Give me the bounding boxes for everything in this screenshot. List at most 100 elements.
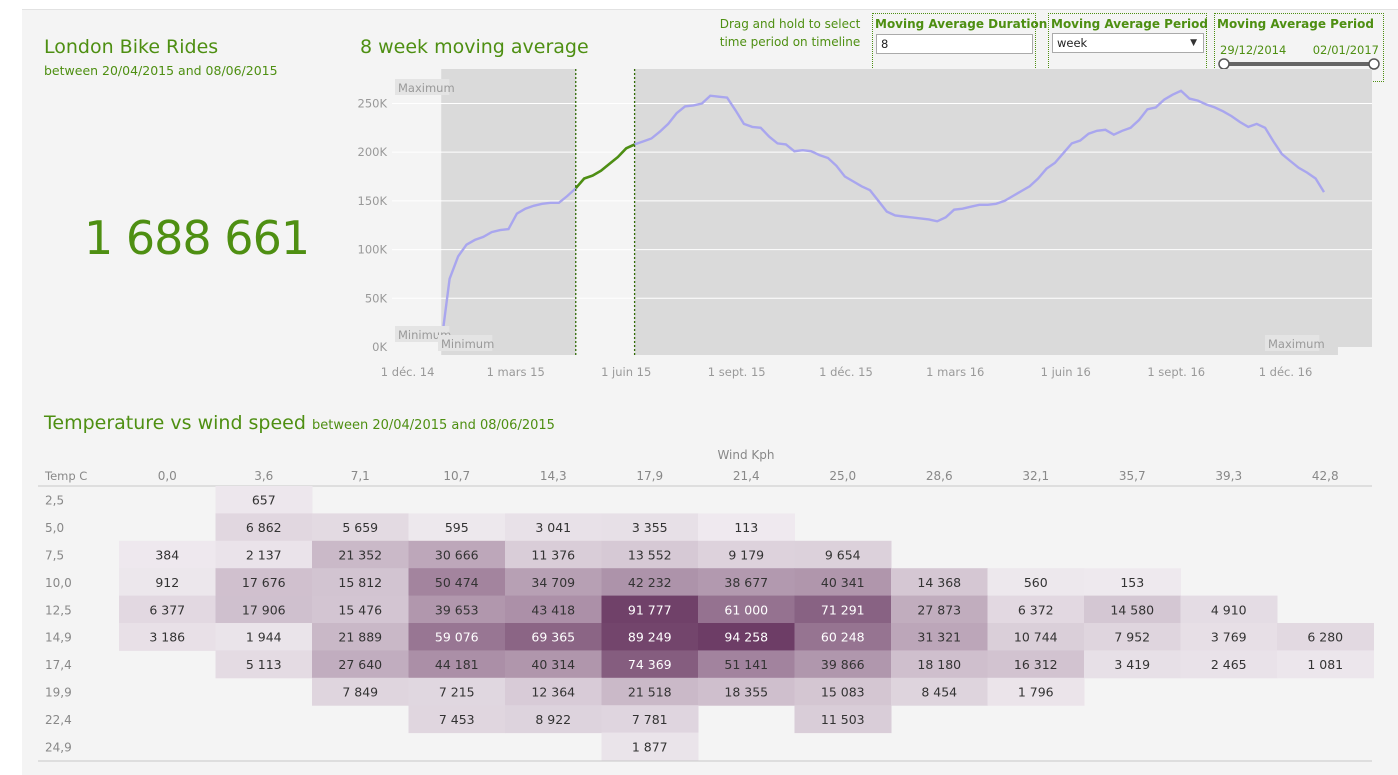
heatmap-cell-label: 40 314: [531, 657, 575, 672]
heatmap-y-tick-label: 14,9: [45, 631, 72, 645]
y-tick-label: 50K: [365, 291, 388, 305]
heatmap-x-tick-label: 42,8: [1312, 469, 1339, 483]
heatmap-y-tick-label: 17,4: [45, 658, 72, 672]
heatmap-y-tick-label: 5,0: [45, 521, 64, 535]
heatmap-cell-label: 34 709: [531, 575, 575, 590]
heatmap-y-tick-label: 2,5: [45, 494, 64, 508]
heatmap-cell-label: 1 944: [246, 630, 282, 645]
heatmap-cell-label: 8 922: [535, 712, 571, 727]
heatmap-cell-label: 595: [445, 520, 469, 535]
heatmap-cell-label: 1 081: [1307, 657, 1343, 672]
heatmap-title-text: Temperature vs wind speed: [44, 412, 306, 434]
heatmap-cell-label: 39 653: [435, 602, 479, 617]
heatmap-cell-label: 7 453: [439, 712, 475, 727]
heatmap-cell-label: 21 889: [338, 630, 382, 645]
heatmap-cell-label: 9 654: [825, 548, 861, 563]
x-tick-label: 1 déc. 15: [819, 365, 873, 379]
heatmap-cell-label: 38 677: [724, 575, 768, 590]
band-label-maximum-right: Maximum: [1268, 337, 1325, 351]
heatmap-cell-label: 153: [1120, 575, 1144, 590]
heatmap-x-tick-label: 39,3: [1215, 469, 1242, 483]
band-label-maximum-top: Maximum: [398, 81, 455, 95]
heatmap-cell-label: 15 812: [338, 575, 382, 590]
x-tick-label: 1 sept. 15: [708, 365, 766, 379]
heatmap-x-tick-label: 3,6: [254, 469, 273, 483]
heatmap-y-tick-label: 12,5: [45, 603, 72, 617]
heatmap-y-tick-label: 7,5: [45, 549, 64, 563]
heatmap-cell-label: 51 141: [724, 657, 768, 672]
heatmap-cell-label: 2 465: [1211, 657, 1247, 672]
heatmap-x-tick-label: 7,1: [351, 469, 370, 483]
heatmap-subtitle: between 20/04/2015 and 08/06/2015: [311, 418, 555, 433]
heatmap-cell-label: 5 113: [246, 657, 282, 672]
heatmap-cell-label: 13 552: [628, 548, 672, 563]
heatmap-cell-label: 91 777: [628, 602, 672, 617]
heatmap-cell-label: 59 076: [435, 630, 479, 645]
heatmap-cell-label: 9 179: [728, 548, 764, 563]
heatmap-cell-label: 3 769: [1211, 630, 1247, 645]
heatmap-y-tick-label: 22,4: [45, 713, 72, 727]
heatmap-y-axis-title: Temp C: [44, 469, 87, 483]
heatmap-x-tick-label: 32,1: [1022, 469, 1049, 483]
heatmap-cell-label: 912: [155, 575, 179, 590]
heatmap-cell-label: 1 796: [1018, 685, 1054, 700]
x-tick-label: 1 juin 16: [1041, 365, 1091, 379]
temperature-wind-heatmap[interactable]: Wind Kph Temp C 0,0 3,6 7,1 10,7 14,3 17,9 21,4 2…: [0, 440, 1398, 774]
heatmap-cell-label: 16 312: [1014, 657, 1058, 672]
heatmap-cell-label: 39 866: [821, 657, 865, 672]
x-tick-label: 1 juin 15: [601, 365, 651, 379]
heatmap-cell-label: 6 280: [1307, 630, 1343, 645]
heatmap-cell-label: 4 910: [1211, 602, 1247, 617]
heatmap-cell-label: 7 215: [439, 685, 475, 700]
heatmap-cell-label: 6 372: [1018, 602, 1054, 617]
heatmap-cell-label: 10 744: [1014, 630, 1058, 645]
heatmap-cell-label: 60 248: [821, 630, 865, 645]
x-axis: 1 déc. 14 1 mars 15 1 juin 15 1 sept. 15 1 d…: [381, 365, 1313, 379]
y-axis: 250K 200K 150K 100K 50K 0K: [358, 96, 388, 354]
heatmap-cell-label: 2 137: [246, 548, 282, 563]
heatmap-x-tick-label: 0,0: [158, 469, 177, 483]
heatmap-x-tick-label: 10,7: [443, 469, 470, 483]
heatmap-cell-label: 30 666: [435, 548, 479, 563]
y-tick-label: 250K: [358, 96, 388, 110]
heatmap-cell-label: 657: [252, 493, 276, 508]
heatmap-cell-label: 3 041: [535, 520, 571, 535]
heatmap-cell-label: 42 232: [628, 575, 672, 590]
heatmap-cell-label: 15 083: [821, 685, 865, 700]
heatmap-cell-label: 6 377: [149, 602, 185, 617]
selection-highlight[interactable]: [575, 69, 635, 355]
y-tick-label: 0K: [372, 340, 387, 354]
heatmap-cell-label: 11 376: [531, 548, 575, 563]
heatmap-cell-label: 3 355: [632, 520, 668, 535]
heatmap-cell-label: 69 365: [531, 630, 575, 645]
heatmap-cell-label: 27 640: [338, 657, 382, 672]
heatmap-cell-label: 17 906: [242, 602, 286, 617]
heatmap-cell-label: 5 659: [342, 520, 378, 535]
moving-average-line-chart[interactable]: 250K 200K 150K 100K 50K 0K 1 déc. 14 1 mars 15…: [0, 0, 1398, 390]
heatmap-x-tick-label: 28,6: [926, 469, 953, 483]
y-tick-label: 200K: [358, 145, 388, 159]
heatmap-x-axis-title: Wind Kph: [717, 448, 774, 462]
heatmap-x-tick-label: 17,9: [636, 469, 663, 483]
heatmap-cell-label: 61 000: [724, 602, 768, 617]
heatmap-cell-label: 17 676: [242, 575, 286, 590]
heatmap-cell-label: 3 419: [1114, 657, 1150, 672]
heatmap-cell-label: 89 249: [628, 630, 672, 645]
heatmap-cell-label: 11 503: [821, 712, 865, 727]
heatmap-x-tick-label: 14,3: [540, 469, 567, 483]
y-tick-label: 150K: [358, 194, 388, 208]
heatmap-cell-label: 7 952: [1114, 630, 1150, 645]
x-tick-label: 1 déc. 16: [1259, 365, 1313, 379]
x-tick-label: 1 mars 16: [926, 365, 984, 379]
x-tick-label: 1 mars 15: [487, 365, 545, 379]
heatmap-cell-label: 3 186: [149, 630, 185, 645]
heatmap-cell-label: 71 291: [821, 602, 865, 617]
heatmap-cell-label: 74 369: [628, 657, 672, 672]
heatmap-x-tick-label: 35,7: [1119, 469, 1146, 483]
heatmap-cell-label: 18 355: [724, 685, 768, 700]
heatmap-cell-label: 7 781: [632, 712, 668, 727]
heatmap-cell-label: 44 181: [435, 657, 479, 672]
heatmap-cell-label: 8 454: [921, 685, 957, 700]
band-notch: [1337, 347, 1386, 357]
y-tick-label: 100K: [358, 243, 388, 257]
